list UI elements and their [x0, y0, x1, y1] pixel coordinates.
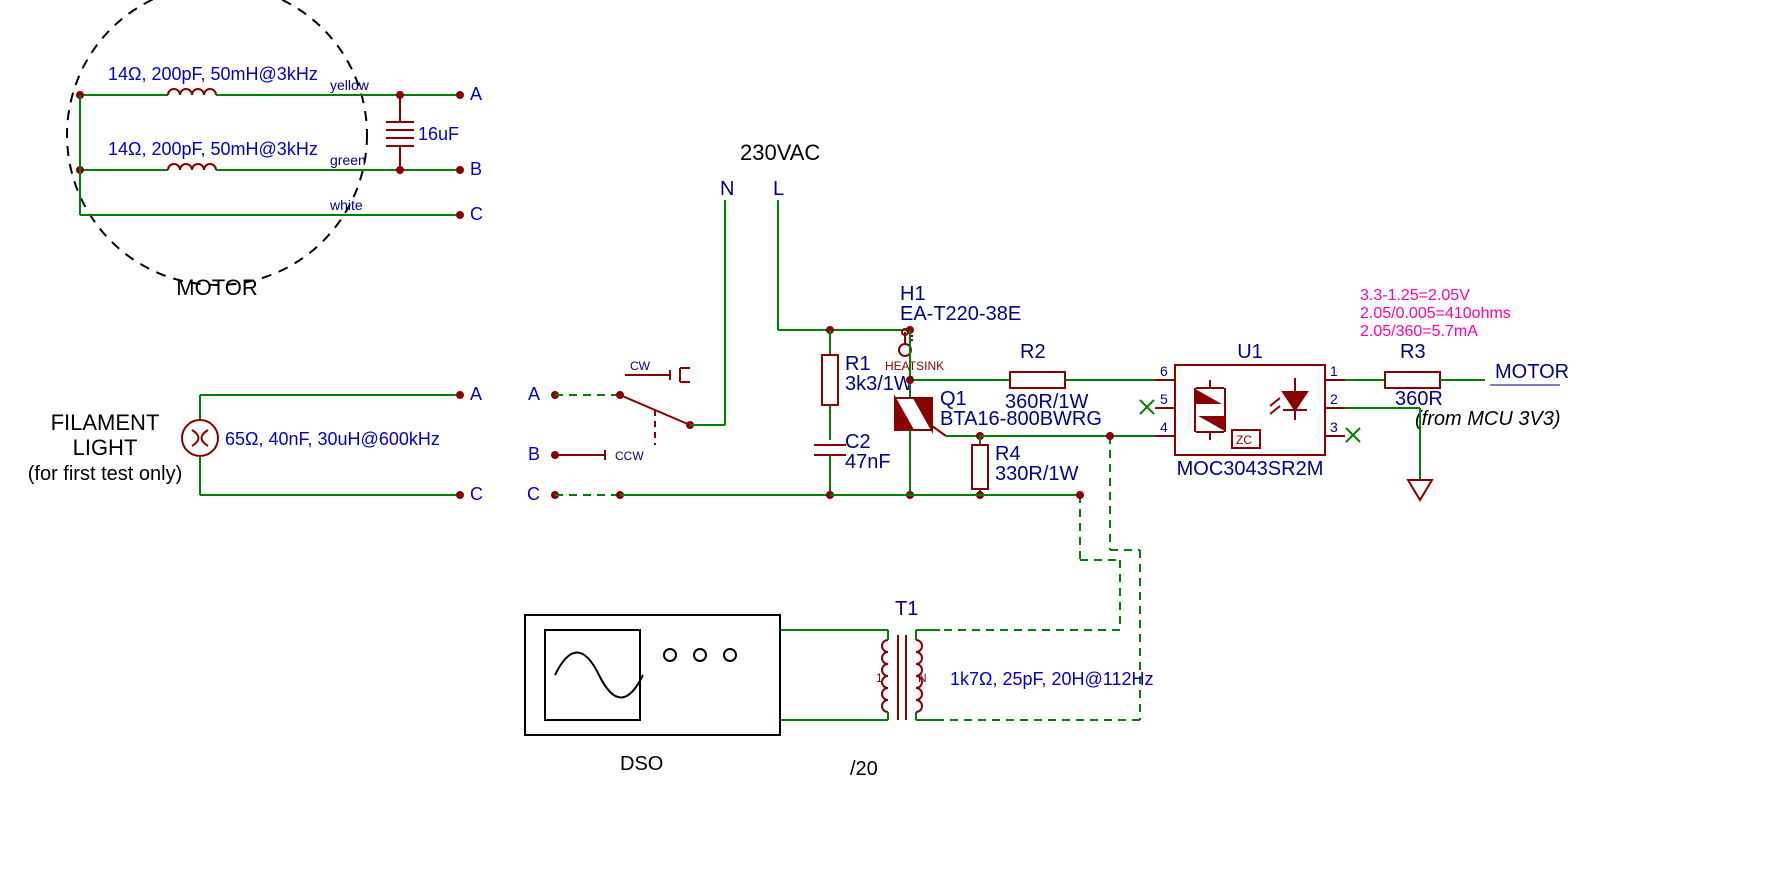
filament-params: 65Ω, 40nF, 30uH@600kHz: [225, 429, 440, 449]
svg-text:B: B: [528, 444, 540, 464]
motor-cap-label: 16uF: [418, 124, 459, 144]
svg-text:R2: R2: [1020, 341, 1046, 363]
svg-text:MOC3043SR2M: MOC3043SR2M: [1177, 458, 1324, 480]
wire-green-label: green: [330, 152, 366, 168]
dso-scope: DSO: [525, 615, 780, 775]
svg-text:N: N: [720, 178, 734, 200]
svg-text:360R/1W: 360R/1W: [1005, 391, 1088, 413]
wire-yellow-label: yellow: [330, 77, 370, 93]
svg-text:EA-T220-38E: EA-T220-38E: [900, 303, 1021, 325]
mains-input: 230VAC N L: [720, 140, 910, 330]
svg-text:(from MCU 3V3): (from MCU 3V3): [1415, 408, 1561, 430]
svg-text:U1: U1: [1237, 341, 1263, 363]
opto-triac-icon: [1195, 380, 1225, 440]
svg-text:330R/1W: 330R/1W: [995, 463, 1078, 485]
filament-a: A: [470, 384, 482, 404]
svg-text:CCW: CCW: [615, 449, 644, 463]
svg-text:N: N: [918, 671, 927, 685]
svg-text:HEATSINK: HEATSINK: [885, 359, 944, 373]
winding1-label: 14Ω, 200pF, 50mH@3kHz: [108, 64, 318, 84]
calc-notes: 3.3-1.25=2.05V 2.05/0.005=410ohms 2.05/3…: [1360, 287, 1511, 340]
svg-text:T1: T1: [895, 598, 918, 620]
svg-text:4: 4: [1160, 419, 1168, 435]
svg-text:LIGHT: LIGHT: [73, 435, 138, 460]
filament-c: C: [470, 484, 483, 504]
nc-x-icon: [1346, 428, 1360, 442]
optocoupler-u1: U1 MOC3043SR2M ZC 6 5: [1140, 341, 1360, 480]
schematic-canvas: MOTOR 14Ω, 200pF, 50mH@3kHz yellow A 16u…: [0, 0, 1790, 891]
motor-label: MOTOR: [176, 275, 257, 300]
svg-text:R3: R3: [1400, 341, 1426, 363]
inductor-icon: [168, 164, 216, 170]
heatsink-h1: H1 EA-T220-38E HEATSINK: [885, 283, 1021, 373]
nc-x-icon: [1140, 400, 1154, 414]
svg-text:47nF: 47nF: [845, 451, 891, 473]
svg-text:R4: R4: [995, 443, 1021, 465]
transformer-t1: T1 1 N 1k7Ω, 25pF, 20H@112Hz /20: [780, 598, 1154, 780]
triac-icon: [895, 398, 946, 436]
resistor-r3: R3 360R MOTOR (from MCU 3V3): [1345, 341, 1569, 430]
svg-text:230VAC: 230VAC: [740, 140, 820, 165]
svg-text:3.3-1.25=2.05V: 3.3-1.25=2.05V: [1360, 287, 1470, 304]
svg-text:3k3/1W: 3k3/1W: [845, 373, 913, 395]
svg-text:L: L: [773, 178, 784, 200]
svg-text:2.05/0.005=410ohms: 2.05/0.005=410ohms: [1360, 305, 1511, 322]
net-c-label: C: [470, 204, 483, 224]
svg-text:H1: H1: [900, 283, 926, 305]
svg-text:1: 1: [876, 671, 883, 685]
svg-text:360R: 360R: [1395, 388, 1443, 410]
svg-text:1: 1: [1330, 363, 1338, 379]
svg-text:MOTOR: MOTOR: [1495, 361, 1569, 383]
svg-text:C: C: [527, 484, 540, 504]
svg-text:ZC: ZC: [1236, 433, 1252, 447]
wire-white-label: white: [329, 197, 363, 213]
svg-text:A: A: [528, 384, 540, 404]
svg-text:C2: C2: [845, 431, 871, 453]
net-b-label: B: [470, 159, 482, 179]
winding2-label: 14Ω, 200pF, 50mH@3kHz: [108, 139, 318, 159]
net-a-label: A: [470, 84, 482, 104]
svg-text:CW: CW: [630, 359, 651, 373]
svg-text:Q1: Q1: [940, 388, 967, 410]
svg-text:2: 2: [1330, 391, 1338, 407]
svg-text:5: 5: [1160, 391, 1168, 407]
svg-text:1k7Ω, 25pF, 20H@112Hz: 1k7Ω, 25pF, 20H@112Hz: [950, 669, 1154, 689]
resistor-r4: R4 330R/1W: [972, 436, 1155, 499]
svg-text:/20: /20: [850, 758, 878, 780]
svg-text:3: 3: [1330, 419, 1338, 435]
svg-text:6: 6: [1160, 363, 1168, 379]
inductor-icon: [168, 89, 216, 95]
motor-block: MOTOR 14Ω, 200pF, 50mH@3kHz yellow A 16u…: [67, 0, 483, 300]
svg-text:FILAMENT: FILAMENT: [51, 410, 160, 435]
led-icon: [1270, 378, 1307, 420]
direction-switch: A C B CCW CW: [527, 310, 830, 504]
filament-light: FILAMENT LIGHT (for first test only) 65Ω…: [28, 384, 483, 504]
svg-text:DSO: DSO: [620, 753, 663, 775]
svg-text:2.05/360=5.7mA: 2.05/360=5.7mA: [1360, 323, 1478, 340]
svg-text:(for first test only): (for first test only): [28, 463, 182, 485]
svg-text:R1: R1: [845, 353, 871, 375]
